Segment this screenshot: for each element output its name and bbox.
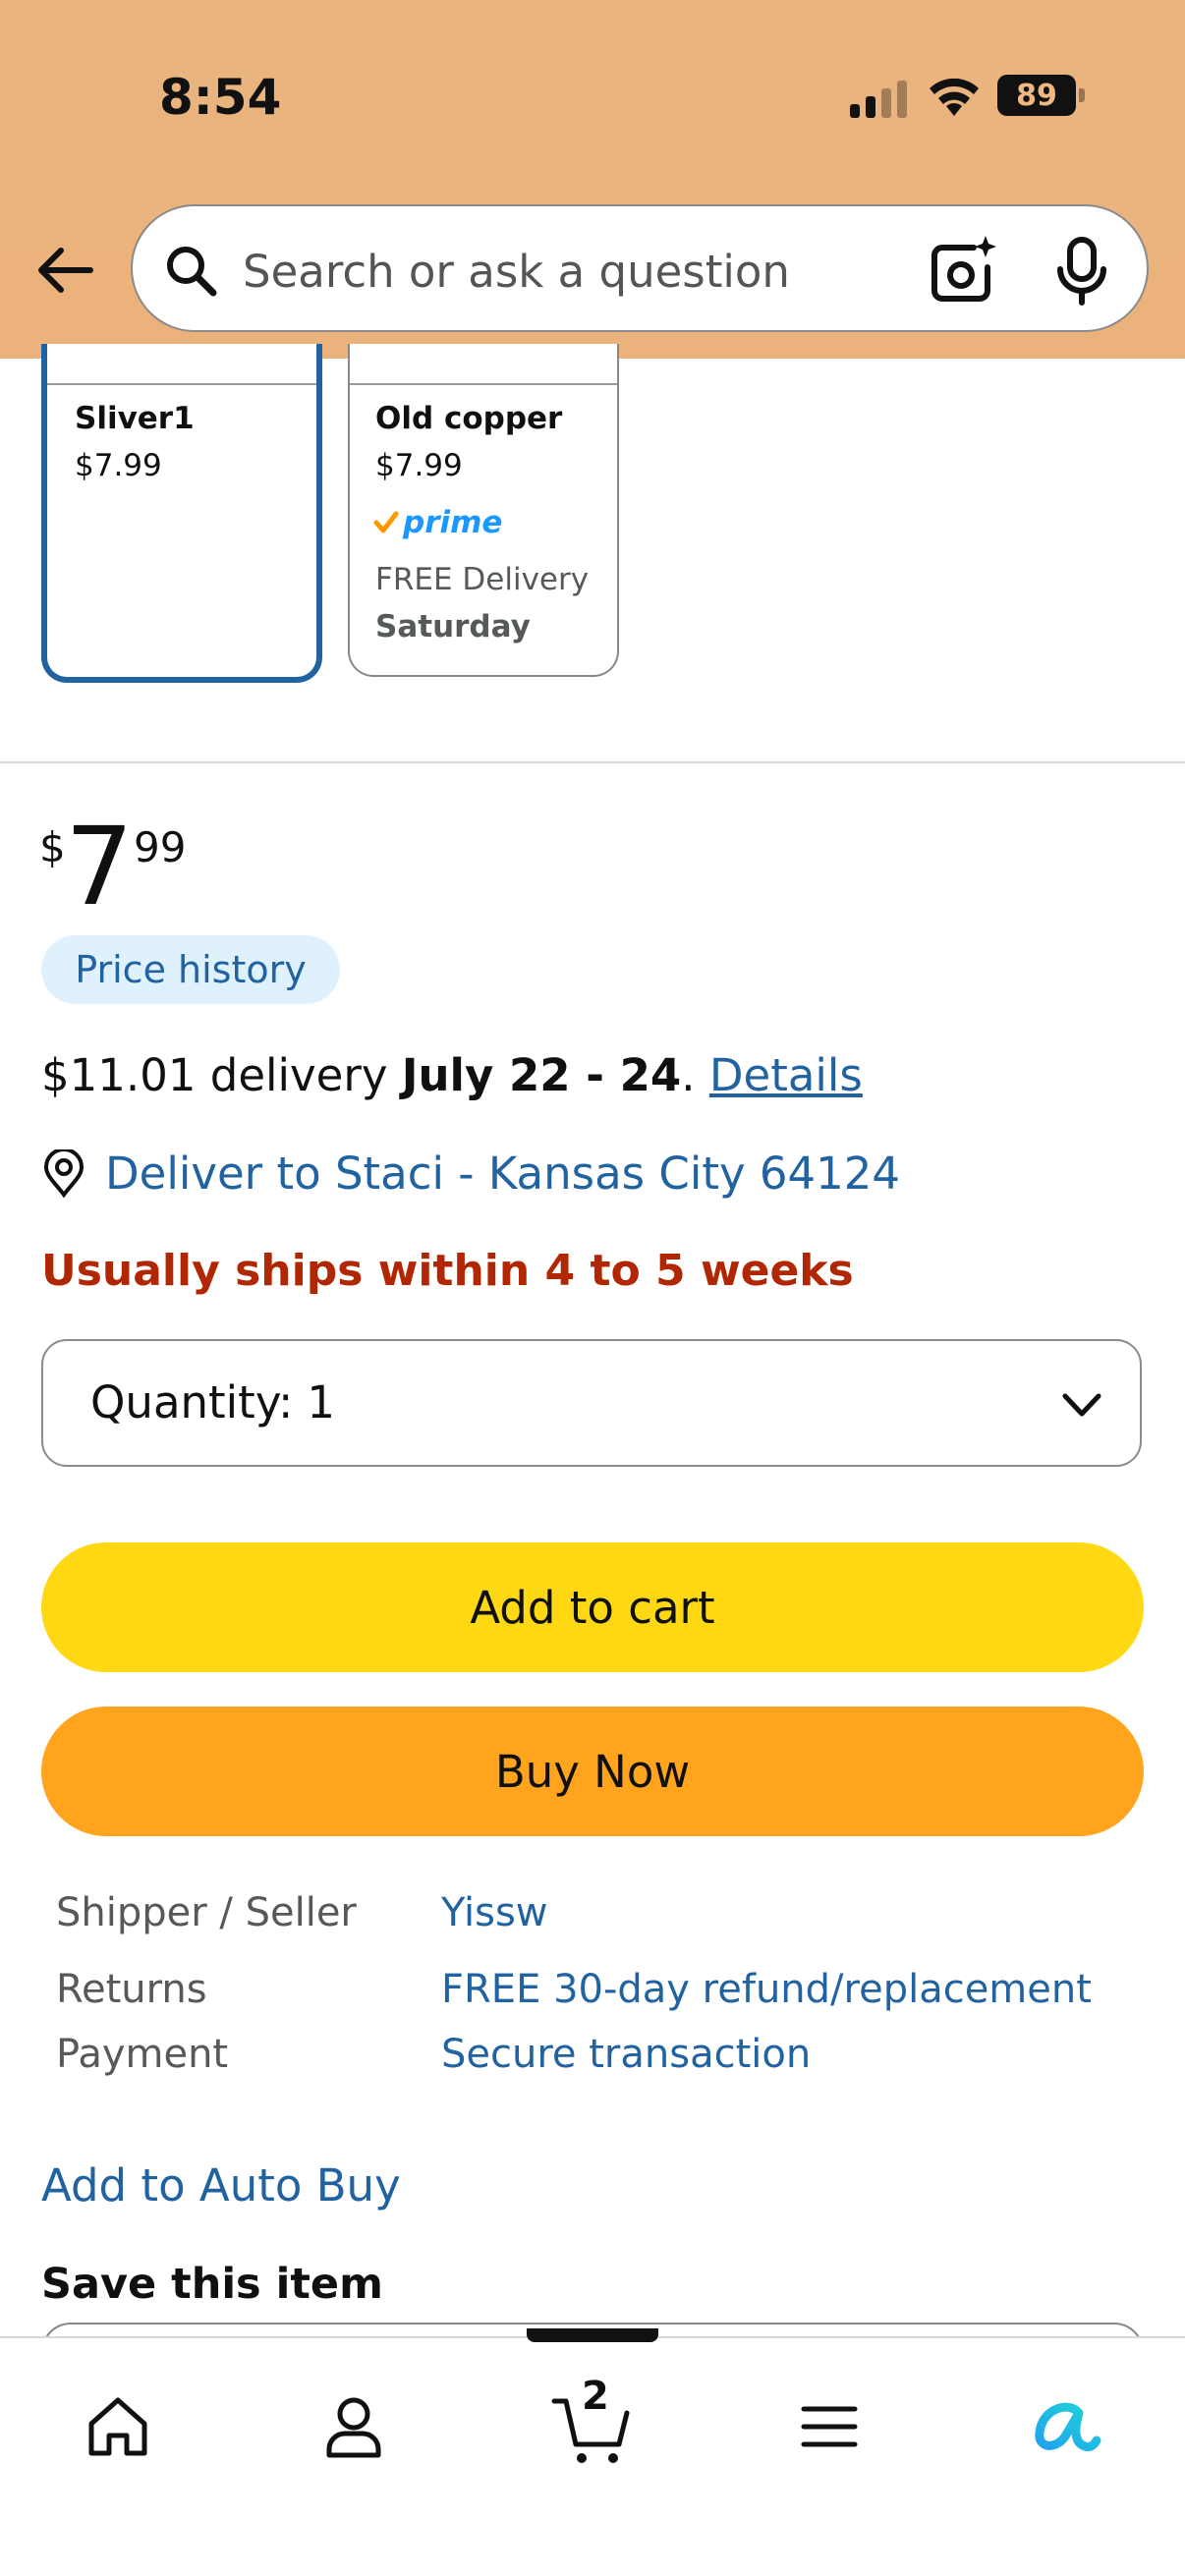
info-label: Payment xyxy=(56,2032,229,2077)
payment-link[interactable]: Secure transaction xyxy=(441,2032,811,2077)
variant-name: Sliver1 xyxy=(75,401,195,436)
save-item-heading: Save this item xyxy=(41,2260,383,2309)
prime-badge: prime xyxy=(373,505,502,540)
wifi-icon xyxy=(930,78,979,116)
cellular-signal-icon xyxy=(850,79,909,118)
price-fraction: 99 xyxy=(134,823,187,871)
search-bar[interactable] xyxy=(131,204,1149,332)
cart-count-badge: 2 xyxy=(582,2374,609,2419)
info-label: Shipper / Seller xyxy=(56,1890,357,1935)
variant-price: $7.99 xyxy=(75,448,162,483)
variant-image-edge xyxy=(350,383,617,385)
battery-icon: 89 xyxy=(997,75,1076,116)
account-icon xyxy=(326,2397,381,2458)
info-label: Returns xyxy=(56,1967,207,2012)
nav-account[interactable] xyxy=(295,2368,413,2486)
details-link[interactable]: Details xyxy=(709,1049,863,1101)
buy-now-button[interactable]: Buy Now xyxy=(41,1707,1144,1836)
nav-cart[interactable]: 2 xyxy=(533,2368,650,2486)
delivery-cost: $11.01 delivery xyxy=(41,1049,402,1101)
variant-price: $7.99 xyxy=(375,448,463,483)
stock-message: Usually ships within 4 to 5 weeks xyxy=(41,1246,854,1296)
search-input[interactable] xyxy=(243,244,872,299)
battery-tip xyxy=(1079,88,1085,102)
section-divider xyxy=(0,761,1185,763)
quantity-label: Quantity: 1 xyxy=(90,1376,335,1428)
camera-icon[interactable] xyxy=(925,234,997,307)
app-header: 8:54 89 xyxy=(0,0,1185,359)
delivery-dates: July 22 - 24 xyxy=(401,1049,682,1101)
active-tab-indicator xyxy=(527,2328,658,2342)
menu-icon xyxy=(801,2406,858,2447)
price-whole: 7 xyxy=(65,804,134,929)
prime-label: prime xyxy=(403,505,503,540)
price-history-button[interactable]: Price history xyxy=(41,935,340,1004)
add-to-auto-buy-link[interactable]: Add to Auto Buy xyxy=(41,2159,401,2212)
variant-card[interactable]: Old copper $7.99 prime FREE Delivery Sat… xyxy=(348,344,619,677)
nav-home[interactable] xyxy=(59,2368,177,2486)
bottom-nav: 2 xyxy=(0,2328,1185,2576)
variant-name: Old copper xyxy=(375,401,563,436)
rufus-assistant-icon xyxy=(1035,2402,1101,2451)
nav-rufus[interactable] xyxy=(1006,2368,1124,2486)
quantity-label-text: Quantity: xyxy=(90,1376,294,1428)
delivery-separator: . xyxy=(681,1049,709,1101)
price-currency: $ xyxy=(39,823,66,871)
returns-link[interactable]: FREE 30-day refund/replacement xyxy=(441,1967,1092,2012)
delivery-day: Saturday xyxy=(375,609,531,644)
search-icon xyxy=(167,247,217,297)
chevron-down-icon xyxy=(1062,1393,1101,1417)
nav-menu[interactable] xyxy=(770,2368,888,2486)
microphone-icon[interactable] xyxy=(1052,236,1111,307)
variant-image-edge xyxy=(47,383,316,385)
add-to-cart-button[interactable]: Add to cart xyxy=(41,1542,1144,1672)
delivery-info: $11.01 delivery July 22 - 24. Details xyxy=(41,1049,863,1101)
variant-card-selected[interactable]: Sliver1 $7.99 xyxy=(41,344,322,683)
home-icon xyxy=(88,2397,147,2456)
status-time: 8:54 xyxy=(159,69,282,126)
back-arrow-icon[interactable] xyxy=(33,239,96,302)
seller-link[interactable]: Yissw xyxy=(441,1890,548,1935)
quantity-value: 1 xyxy=(307,1376,335,1428)
deliver-to-link[interactable]: Deliver to Staci - Kansas City 64124 xyxy=(105,1148,900,1200)
free-delivery-text: FREE Delivery xyxy=(375,562,590,597)
location-pin-icon xyxy=(43,1149,85,1199)
quantity-dropdown[interactable]: Quantity: 1 xyxy=(41,1339,1142,1467)
prime-check-icon xyxy=(373,511,399,533)
